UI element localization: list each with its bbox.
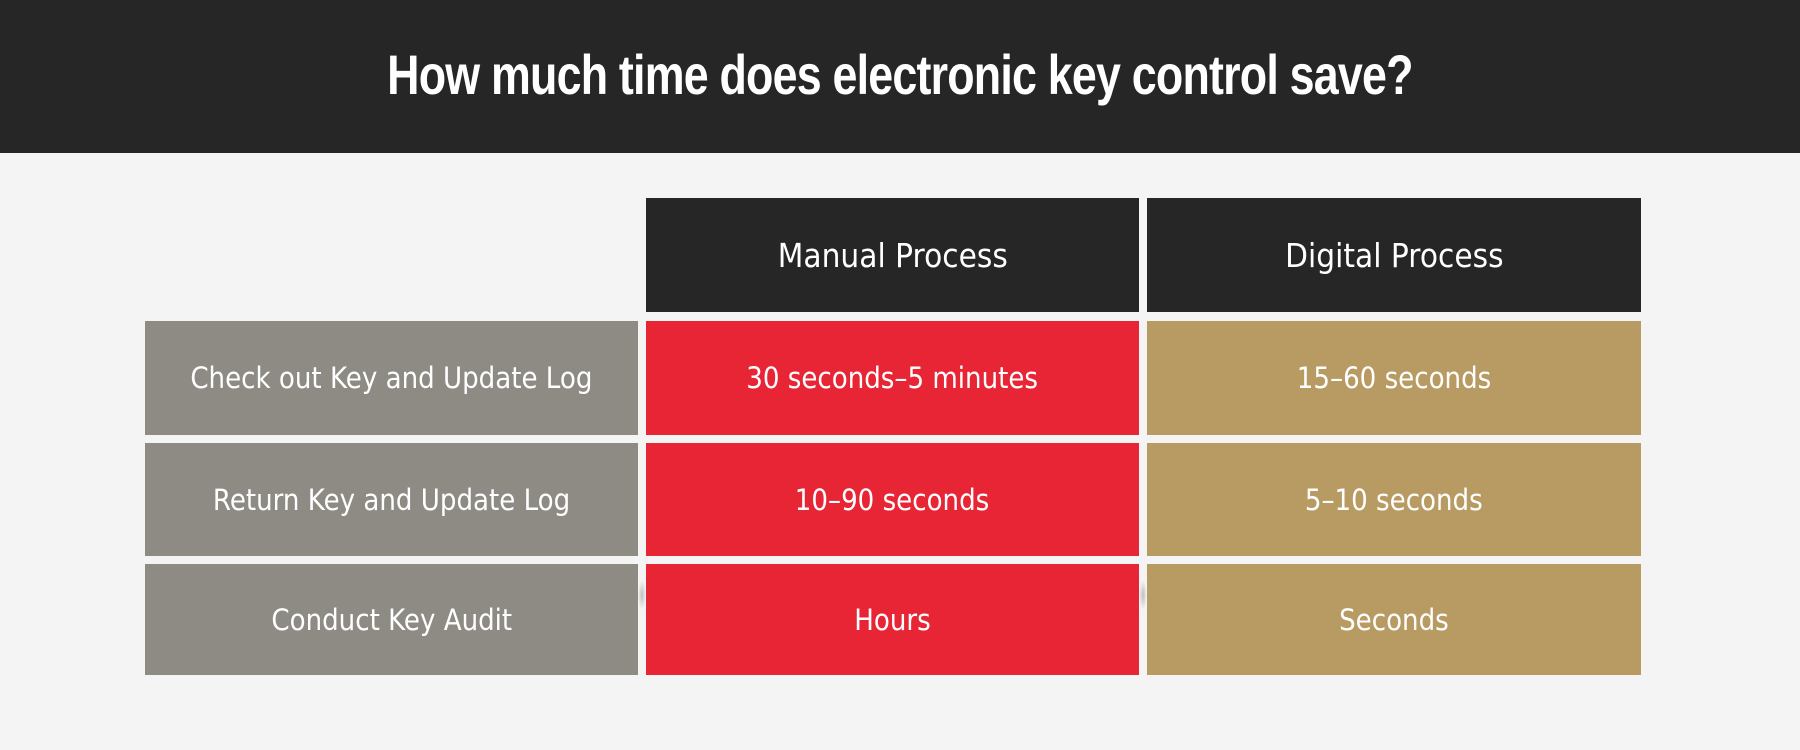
page-title: How much time does electronic key contro…	[387, 43, 1413, 106]
column-header-manual-label: Manual Process	[777, 235, 1008, 275]
column-header-digital-label: Digital Process	[1284, 235, 1504, 275]
manual-time-cell: 30 seconds–5 minutes	[646, 321, 1139, 435]
row-label: Conduct Key Audit	[271, 602, 512, 637]
row-label-cell: Conduct Key Audit	[145, 564, 638, 675]
row-label: Check out Key and Update Log	[190, 361, 593, 395]
digital-time: Seconds	[1339, 602, 1449, 637]
digital-time: 15–60 seconds	[1296, 361, 1492, 395]
title-banner: How much time does electronic key contro…	[0, 0, 1800, 153]
column-header-digital: Digital Process	[1147, 198, 1641, 312]
manual-time-cell: 10–90 seconds	[646, 443, 1139, 556]
row-label-cell: Check out Key and Update Log	[145, 321, 638, 435]
manual-time: 30 seconds–5 minutes	[746, 361, 1039, 395]
decorative-shadow	[638, 580, 646, 610]
row-label-cell: Return Key and Update Log	[145, 443, 638, 556]
digital-time-cell: 15–60 seconds	[1147, 321, 1641, 435]
manual-time: Hours	[854, 602, 931, 637]
row-label: Return Key and Update Log	[212, 482, 571, 517]
manual-time-cell: Hours	[646, 564, 1139, 675]
digital-time: 5–10 seconds	[1305, 482, 1483, 517]
digital-time-cell: Seconds	[1147, 564, 1641, 675]
digital-time-cell: 5–10 seconds	[1147, 443, 1641, 556]
column-header-manual: Manual Process	[646, 198, 1139, 312]
decorative-shadow	[1139, 580, 1147, 610]
manual-time: 10–90 seconds	[795, 482, 990, 517]
